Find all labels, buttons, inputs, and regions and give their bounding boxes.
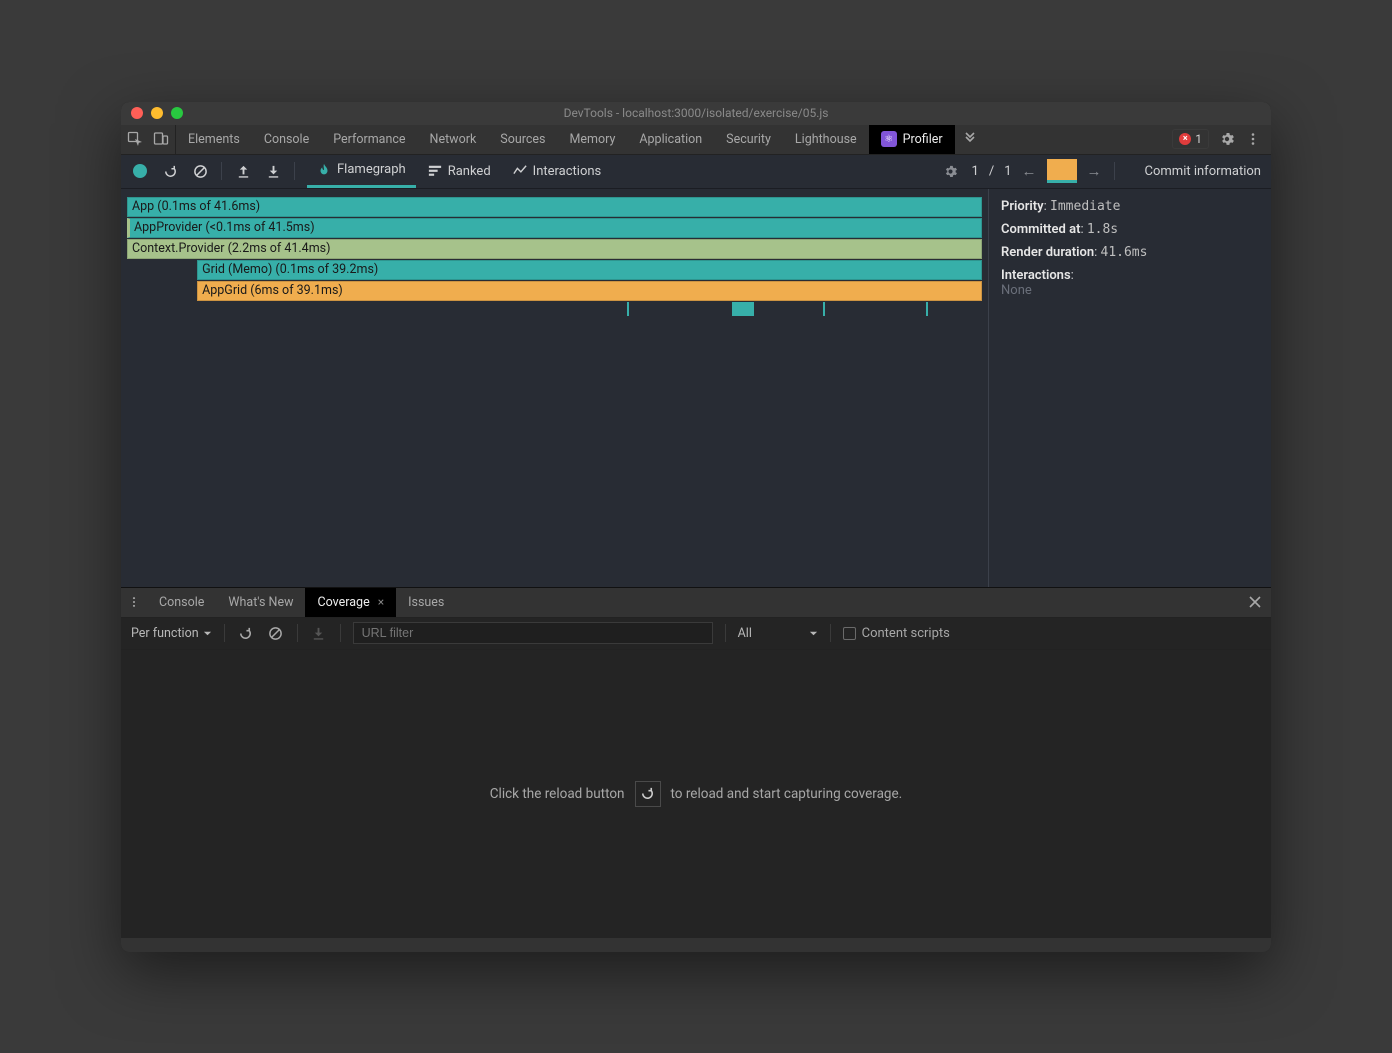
save-profile-button[interactable]: [264, 162, 282, 180]
tab-sources[interactable]: Sources: [488, 125, 557, 154]
tab-profiler[interactable]: ⚛ Profiler: [869, 125, 955, 154]
render-duration-value: 41.6ms: [1101, 245, 1148, 260]
error-icon: ×: [1179, 133, 1191, 145]
clear-button[interactable]: [191, 162, 209, 180]
device-toolbar-icon[interactable]: [153, 131, 169, 147]
drawer-tab-console[interactable]: Console: [147, 588, 216, 617]
tab-elements[interactable]: Elements: [176, 125, 252, 154]
coverage-toolbar: Per function All C: [121, 618, 1271, 650]
drawer-tabs: Console What's New Coverage× Issues: [121, 588, 1271, 618]
flame-children-marks: [127, 302, 982, 316]
flame-bar[interactable]: Grid (Memo) (0.1ms of 39.2ms): [197, 260, 982, 280]
main-tabs: Elements Console Performance Network Sou…: [176, 125, 985, 154]
drawer-tab-issues[interactable]: Issues: [396, 588, 456, 617]
flame-mark[interactable]: [627, 302, 629, 316]
more-tabs-button[interactable]: [955, 125, 985, 154]
committed-at-value: 1.8s: [1087, 222, 1118, 237]
commit-bar[interactable]: [1047, 159, 1077, 183]
reload-icon[interactable]: [635, 781, 661, 807]
flame-bar[interactable]: Context.Provider (2.2ms of 41.4ms): [127, 239, 982, 259]
view-interactions[interactable]: Interactions: [503, 155, 612, 188]
reload-profile-button[interactable]: [161, 162, 179, 180]
view-flamegraph[interactable]: Flamegraph: [307, 155, 416, 188]
flame-mark[interactable]: [926, 302, 928, 316]
interactions-value: None: [1001, 283, 1032, 298]
export-coverage-button[interactable]: [310, 624, 328, 642]
flame-mark[interactable]: [823, 302, 825, 316]
profiler-main: App (0.1ms of 41.6ms) AppProvider (<0.1m…: [121, 189, 1271, 587]
clear-coverage-button[interactable]: [267, 624, 285, 642]
tab-network[interactable]: Network: [418, 125, 489, 154]
flame-bar[interactable]: AppProvider (<0.1ms of 41.5ms): [127, 218, 982, 238]
record-button[interactable]: [131, 162, 149, 180]
flame-bar[interactable]: App (0.1ms of 41.6ms): [127, 197, 982, 217]
commit-nav: 1 / 1 ← →: [972, 159, 1102, 183]
flamegraph-area[interactable]: App (0.1ms of 41.6ms) AppProvider (<0.1m…: [121, 189, 988, 587]
url-filter-input[interactable]: [353, 622, 713, 644]
type-filter-select[interactable]: All: [738, 626, 818, 641]
coverage-scope-select[interactable]: Per function: [131, 626, 212, 641]
reload-coverage-button[interactable]: [237, 624, 255, 642]
devtools-window: DevTools - localhost:3000/isolated/exerc…: [121, 102, 1271, 952]
tab-performance[interactable]: Performance: [321, 125, 417, 154]
priority-value: Immediate: [1050, 199, 1120, 214]
tab-lighthouse[interactable]: Lighthouse: [783, 125, 869, 154]
flame-bar[interactable]: AppGrid (6ms of 39.1ms): [197, 281, 982, 301]
close-window-button[interactable]: [131, 107, 143, 119]
drawer-tab-coverage[interactable]: Coverage×: [305, 588, 396, 617]
drawer-menu-button[interactable]: [121, 588, 147, 617]
gear-icon[interactable]: [1219, 131, 1235, 147]
close-icon[interactable]: ×: [378, 595, 384, 609]
ranked-icon: [428, 164, 442, 178]
view-ranked[interactable]: Ranked: [418, 155, 501, 188]
committed-at-label: Committed at: [1001, 222, 1080, 237]
checkbox-icon: [843, 627, 856, 640]
error-count-badge[interactable]: × 1: [1172, 129, 1209, 149]
inspect-element-icon[interactable]: [127, 131, 143, 147]
kebab-menu-icon[interactable]: [1245, 131, 1261, 147]
load-profile-button[interactable]: [234, 162, 252, 180]
interactions-icon: [513, 164, 527, 178]
drawer: Console What's New Coverage× Issues Per …: [121, 587, 1271, 952]
commit-current: 1: [972, 164, 979, 179]
coverage-empty-state: Click the reload button to reload and st…: [121, 650, 1271, 938]
drawer-footer: [121, 938, 1271, 952]
content-scripts-checkbox[interactable]: Content scripts: [843, 626, 950, 641]
commit-sidebar: Priority: Immediate Committed at: 1.8s R…: [988, 189, 1271, 587]
main-tabs-bar: Elements Console Performance Network Sou…: [121, 125, 1271, 155]
commit-info-title: Commit information: [1127, 164, 1261, 179]
profiler-toolbar: Flamegraph Ranked Interactions 1 / 1 ← →…: [121, 155, 1271, 189]
prev-commit-button[interactable]: ←: [1022, 162, 1037, 180]
profiler-settings-button[interactable]: [942, 162, 960, 180]
tab-security[interactable]: Security: [714, 125, 783, 154]
window-title: DevTools - localhost:3000/isolated/exerc…: [121, 106, 1271, 120]
tab-application[interactable]: Application: [627, 125, 714, 154]
render-duration-label: Render duration: [1001, 245, 1094, 260]
chevron-down-icon: [809, 629, 818, 638]
tab-memory[interactable]: Memory: [557, 125, 627, 154]
interactions-label: Interactions: [1001, 268, 1071, 283]
flame-mark[interactable]: [732, 302, 754, 316]
priority-label: Priority: [1001, 199, 1044, 214]
record-icon: [133, 164, 147, 178]
traffic-lights: [131, 107, 183, 119]
titlebar: DevTools - localhost:3000/isolated/exerc…: [121, 102, 1271, 125]
next-commit-button[interactable]: →: [1087, 162, 1102, 180]
chevron-down-icon: [203, 629, 212, 638]
flame-icon: [317, 163, 331, 177]
minimize-window-button[interactable]: [151, 107, 163, 119]
react-icon: ⚛: [881, 131, 897, 147]
drawer-close-button[interactable]: [1239, 588, 1271, 617]
drawer-tab-whatsnew[interactable]: What's New: [216, 588, 305, 617]
commit-total: 1: [1004, 164, 1011, 179]
zoom-window-button[interactable]: [171, 107, 183, 119]
tab-console[interactable]: Console: [252, 125, 321, 154]
